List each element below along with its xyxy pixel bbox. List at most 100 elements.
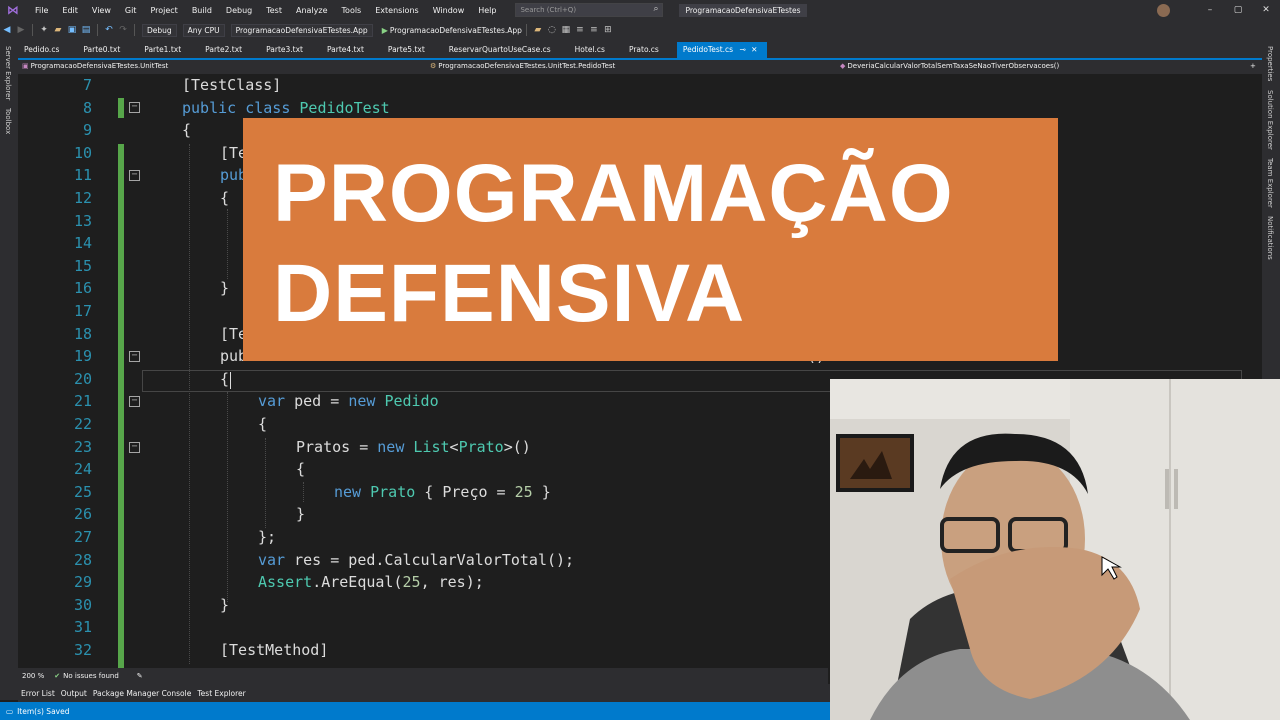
menu-analyze[interactable]: Analyze — [289, 6, 335, 15]
configuration-dropdown[interactable]: Debug — [142, 23, 177, 37]
line-number: 19 — [73, 347, 92, 366]
code-text: [TestMethod] — [220, 641, 329, 659]
banner-line-1: PROGRAMAÇÃO — [273, 148, 954, 239]
menu-bar: ⋈ File Edit View Git Project Build Debug… — [0, 0, 1280, 20]
save-all-icon[interactable]: ▤ — [79, 25, 93, 35]
split-editor-icon[interactable]: + — [1250, 62, 1256, 70]
redo-icon[interactable]: ↷ — [116, 25, 130, 35]
keyword: var — [258, 392, 286, 411]
menu-project[interactable]: Project — [143, 6, 184, 15]
hot-reload-icon[interactable]: ▰ — [531, 25, 545, 35]
run-icon[interactable]: ▶ — [382, 26, 388, 35]
new-project-icon[interactable]: ✦ — [37, 25, 51, 35]
properties-tab[interactable]: Properties — [1266, 46, 1274, 81]
run-target-button[interactable]: ProgramacaoDefensivaETestes.App — [390, 26, 522, 35]
tab-parte5-txt[interactable]: Parte5.txt — [374, 42, 435, 58]
member-dropdown[interactable]: ◆ DeveriaCalcularValorTotalSemTaxaSeNaoTi… — [840, 62, 1059, 70]
line-number: 21 — [73, 392, 92, 411]
project-dropdown[interactable]: ▣ ProgramacaoDefensivaETestes.UnitTest — [22, 62, 168, 70]
code-line: 8 public class PedidoTest — [18, 97, 1244, 120]
tab-parte0-txt[interactable]: Parte0.txt — [69, 42, 130, 58]
menu-file[interactable]: File — [28, 6, 55, 15]
tab-parte4-txt[interactable]: Parte4.txt — [313, 42, 374, 58]
code-text: var ped = new Pedido — [258, 390, 439, 413]
active-tab-label: PedidoTest.cs — [682, 45, 734, 54]
tab-parte2-txt[interactable]: Parte2.txt — [191, 42, 252, 58]
line-number: 8 — [82, 98, 92, 117]
menu-test[interactable]: Test — [259, 6, 289, 15]
line-number: 17 — [73, 302, 92, 320]
shelf — [830, 379, 1070, 419]
menu-tools[interactable]: Tools — [335, 6, 369, 15]
class-dropdown[interactable]: ⚙ ProgramacaoDefensivaETestes.UnitTest.Pe… — [430, 62, 615, 70]
issues-status[interactable]: No issues found — [63, 672, 119, 680]
tab-test-explorer[interactable]: Test Explorer — [197, 689, 245, 698]
presenter-video — [830, 379, 1280, 720]
close-icon[interactable]: ✕ — [1252, 5, 1280, 15]
code-cleanup-icon[interactable]: ✎ — [137, 672, 143, 680]
solution-explorer-tab[interactable]: Solution Explorer — [1266, 90, 1274, 150]
webcam-overlay — [830, 379, 1280, 720]
toolbar-icon[interactable]: ≡ — [573, 25, 587, 35]
menu-git[interactable]: Git — [118, 6, 144, 15]
code-token: < — [449, 437, 459, 456]
account-avatar[interactable] — [1157, 3, 1170, 17]
menu-debug[interactable]: Debug — [219, 6, 259, 15]
line-number: 25 — [73, 482, 92, 501]
toolbar-separator — [525, 24, 527, 36]
wardrobe-handle — [1165, 469, 1169, 509]
back-icon[interactable]: ◀ — [0, 25, 14, 35]
menu-view[interactable]: View — [85, 6, 118, 15]
toolbox-tab[interactable]: Toolbox — [4, 108, 12, 134]
code-text: { — [182, 121, 192, 140]
tab-error-list[interactable]: Error List — [21, 689, 55, 698]
team-explorer-tab[interactable]: Team Explorer — [1266, 158, 1274, 208]
startup-project-dropdown[interactable]: ProgramacaoDefensivaETestes.App — [230, 23, 373, 37]
toolbar-icon[interactable]: ⊞ — [601, 25, 615, 35]
menu-window[interactable]: Window — [426, 6, 472, 15]
menu-build[interactable]: Build — [185, 6, 219, 15]
keyword: new — [334, 482, 371, 501]
maximize-icon[interactable]: ▢ — [1224, 5, 1252, 15]
search-input[interactable]: Search (Ctrl+Q) ⌕ — [515, 3, 664, 17]
code-token: res = ped.CalcularValorTotal(); — [285, 550, 575, 569]
close-tab-icon[interactable]: ✕ — [751, 45, 757, 54]
tab-parte1-txt[interactable]: Parte1.txt — [130, 42, 191, 58]
tab-package-manager-console[interactable]: Package Manager Console — [93, 689, 192, 698]
forward-icon[interactable]: ▶ — [14, 25, 28, 35]
toolbar-separator — [32, 24, 33, 36]
tab-parte3-txt[interactable]: Parte3.txt — [252, 42, 313, 58]
menu-edit[interactable]: Edit — [55, 6, 85, 15]
line-number: 30 — [73, 595, 92, 614]
tab-prato-cs[interactable]: Prato.cs — [615, 42, 669, 58]
open-folder-icon[interactable]: ▰ — [51, 25, 65, 35]
saved-icon: ▭ — [6, 706, 14, 716]
toolbar-icon[interactable]: ≡ — [587, 25, 601, 35]
banner-title: PROGRAMAÇÃO DEFENSIVA — [273, 144, 954, 344]
menu-help[interactable]: Help — [471, 6, 503, 15]
code-text: var res = ped.CalcularValorTotal(); — [258, 549, 574, 572]
code-text: } — [220, 279, 230, 298]
project-name: ProgramacaoDefensivaETestes.UnitTest — [30, 62, 169, 70]
minimize-icon[interactable]: – — [1196, 5, 1224, 15]
notifications-tab[interactable]: Notifications — [1266, 216, 1274, 260]
code-text: public class PedidoTest — [182, 97, 390, 120]
visual-studio-logo-icon[interactable]: ⋈ — [6, 3, 20, 17]
undo-icon[interactable]: ↶ — [102, 25, 116, 35]
tab-pedido-cs[interactable]: Pedido.cs — [18, 42, 69, 58]
menu-extensions[interactable]: Extensions — [368, 6, 425, 15]
toolbar-icon[interactable]: ▦ — [559, 25, 573, 35]
tab-reservar-quarto-usecase[interactable]: ReservarQuartoUseCase.cs — [435, 42, 561, 58]
platform-dropdown[interactable]: Any CPU — [182, 23, 225, 37]
tab-pedidotest-cs[interactable]: PedidoTest.cs ⊸ ✕ — [676, 42, 768, 58]
zoom-level[interactable]: 200 % — [22, 672, 44, 680]
editor-status-footer: 200 % ✔ No issues found ✎ — [18, 668, 828, 684]
browser-link-icon[interactable]: ◌ — [545, 25, 559, 35]
server-explorer-tab[interactable]: Server Explorer — [4, 46, 12, 100]
save-icon[interactable]: ▣ — [65, 25, 79, 35]
code-text: } — [220, 595, 230, 614]
title-banner: PROGRAMAÇÃO DEFENSIVA — [243, 118, 1058, 361]
tab-hotel-cs[interactable]: Hotel.cs — [561, 42, 615, 58]
tab-output[interactable]: Output — [61, 689, 87, 698]
pin-icon[interactable]: ⊸ — [739, 45, 745, 54]
